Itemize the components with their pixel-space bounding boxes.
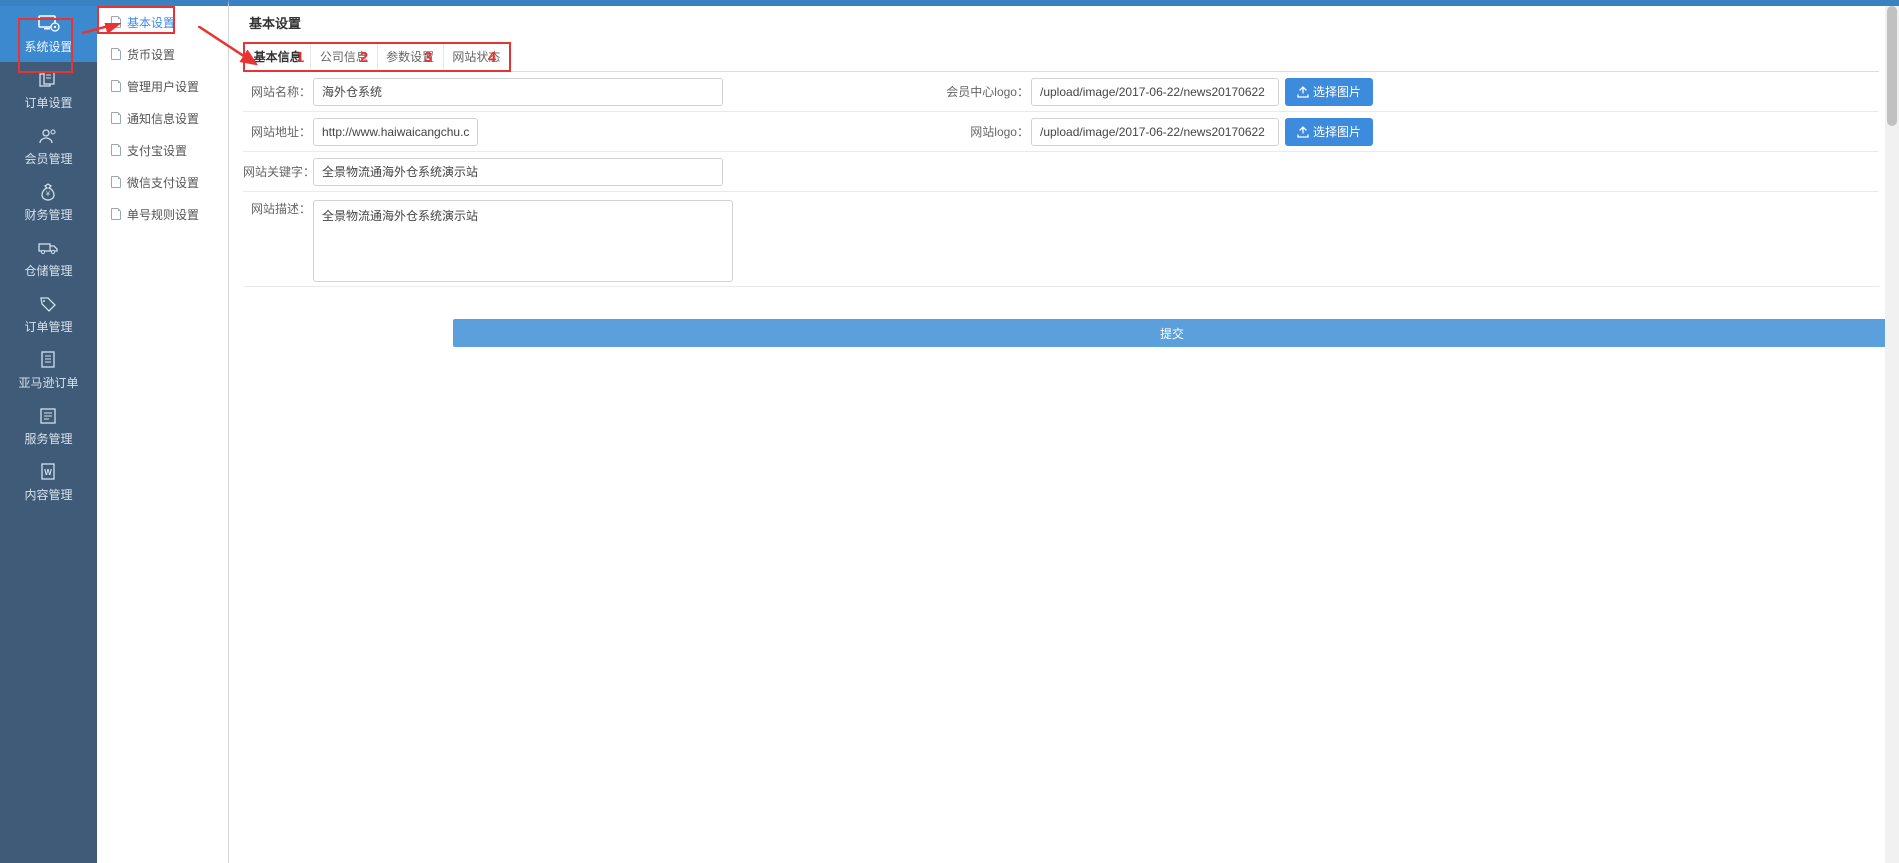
site-name-input[interactable] <box>313 78 723 106</box>
side-alipay-settings[interactable]: 支付宝设置 <box>97 134 228 166</box>
file-icon <box>111 176 121 188</box>
member-logo-label: 会员中心logo： <box>943 83 1029 100</box>
nav-warehouse-mgmt[interactable]: 仓储管理 <box>0 230 97 286</box>
page-lines-icon <box>38 406 60 426</box>
monitor-gear-icon <box>38 14 60 34</box>
nav-amazon-orders[interactable]: 亚马逊订单 <box>0 342 97 398</box>
users-icon <box>38 126 60 146</box>
site-keywords-label: 网站关键字： <box>243 163 311 180</box>
pick-label: 选择图片 <box>1313 123 1361 140</box>
pick-site-logo-button[interactable]: 选择图片 <box>1285 118 1373 146</box>
doc-icon <box>38 350 60 370</box>
nav-finance-mgmt[interactable]: ¥ 财务管理 <box>0 174 97 230</box>
side-label: 微信支付设置 <box>127 174 199 191</box>
side-currency-settings[interactable]: 货币设置 <box>97 38 228 70</box>
nav-label: 亚马逊订单 <box>18 374 78 391</box>
side-label: 货币设置 <box>127 46 175 63</box>
tag-icon <box>38 294 60 314</box>
side-notify-settings[interactable]: 通知信息设置 <box>97 102 228 134</box>
file-icon <box>111 208 121 220</box>
side-label: 通知信息设置 <box>127 110 199 127</box>
svg-text:W: W <box>44 468 52 477</box>
file-icon <box>111 112 121 124</box>
side-wechat-settings[interactable]: 微信支付设置 <box>97 166 228 198</box>
nav-rail: 系统设置 订单设置 会员管理 ¥ 财务管理 仓储管理 <box>0 0 97 863</box>
nav-label: 系统设置 <box>24 38 72 55</box>
form-area: 网站名称： 会员中心logo： 选择图片 网站地址： <box>243 71 1879 287</box>
files-icon <box>38 70 60 90</box>
site-desc-label: 网站描述： <box>243 200 311 217</box>
file-icon <box>111 48 121 60</box>
nav-label: 内容管理 <box>24 486 72 503</box>
side-label: 基本设置 <box>127 14 175 31</box>
tab-company-info[interactable]: 公司信息 <box>311 44 377 70</box>
side-label: 支付宝设置 <box>127 142 187 159</box>
truck-icon <box>38 238 60 258</box>
site-logo-input[interactable] <box>1031 118 1279 146</box>
file-icon <box>111 144 121 156</box>
side-orderno-settings[interactable]: 单号规则设置 <box>97 198 228 230</box>
page-title: 基本设置 <box>237 6 1891 38</box>
site-url-input[interactable] <box>313 118 478 146</box>
file-icon <box>111 16 121 28</box>
nav-order-settings[interactable]: 订单设置 <box>0 62 97 118</box>
nav-label: 服务管理 <box>24 430 72 447</box>
site-desc-textarea[interactable] <box>313 200 733 282</box>
upload-icon <box>1297 126 1309 138</box>
nav-label: 财务管理 <box>24 206 72 223</box>
main-content: 基本设置 基本信息 公司信息 参数设置 网站状态 网站名称： 会员中心logo： <box>229 0 1899 863</box>
site-keywords-input[interactable] <box>313 158 723 186</box>
side-label: 单号规则设置 <box>127 206 199 223</box>
site-url-label: 网站地址： <box>243 123 311 140</box>
money-bag-icon: ¥ <box>38 182 60 202</box>
tab-site-status[interactable]: 网站状态 <box>444 44 509 70</box>
tabs: 基本信息 公司信息 参数设置 网站状态 <box>243 42 511 72</box>
word-doc-icon: W <box>38 462 60 482</box>
nav-content-mgmt[interactable]: W 内容管理 <box>0 454 97 510</box>
submit-button[interactable]: 提交 <box>453 319 1891 347</box>
upload-icon <box>1297 86 1309 98</box>
site-name-label: 网站名称： <box>243 83 311 100</box>
svg-text:¥: ¥ <box>46 191 50 198</box>
pick-member-logo-button[interactable]: 选择图片 <box>1285 78 1373 106</box>
nav-label: 会员管理 <box>24 150 72 167</box>
nav-system-settings[interactable]: 系统设置 <box>0 6 97 62</box>
nav-member-mgmt[interactable]: 会员管理 <box>0 118 97 174</box>
nav-service-mgmt[interactable]: 服务管理 <box>0 398 97 454</box>
file-icon <box>111 80 121 92</box>
scrollbar[interactable] <box>1885 6 1899 863</box>
side-admin-settings[interactable]: 管理用户设置 <box>97 70 228 102</box>
member-logo-input[interactable] <box>1031 78 1279 106</box>
side-label: 管理用户设置 <box>127 78 199 95</box>
side-menu: 基本设置 货币设置 管理用户设置 通知信息设置 支付宝设置 微信支付设置 单号规… <box>97 0 229 863</box>
nav-label: 仓储管理 <box>24 262 72 279</box>
nav-label: 订单设置 <box>24 94 72 111</box>
site-logo-label: 网站logo： <box>943 123 1029 140</box>
nav-order-mgmt[interactable]: 订单管理 <box>0 286 97 342</box>
tab-basic-info[interactable]: 基本信息 <box>245 44 311 70</box>
pick-label: 选择图片 <box>1313 83 1361 100</box>
tab-param-settings[interactable]: 参数设置 <box>378 44 444 70</box>
nav-label: 订单管理 <box>24 318 72 335</box>
side-basic-settings[interactable]: 基本设置 <box>97 6 228 38</box>
